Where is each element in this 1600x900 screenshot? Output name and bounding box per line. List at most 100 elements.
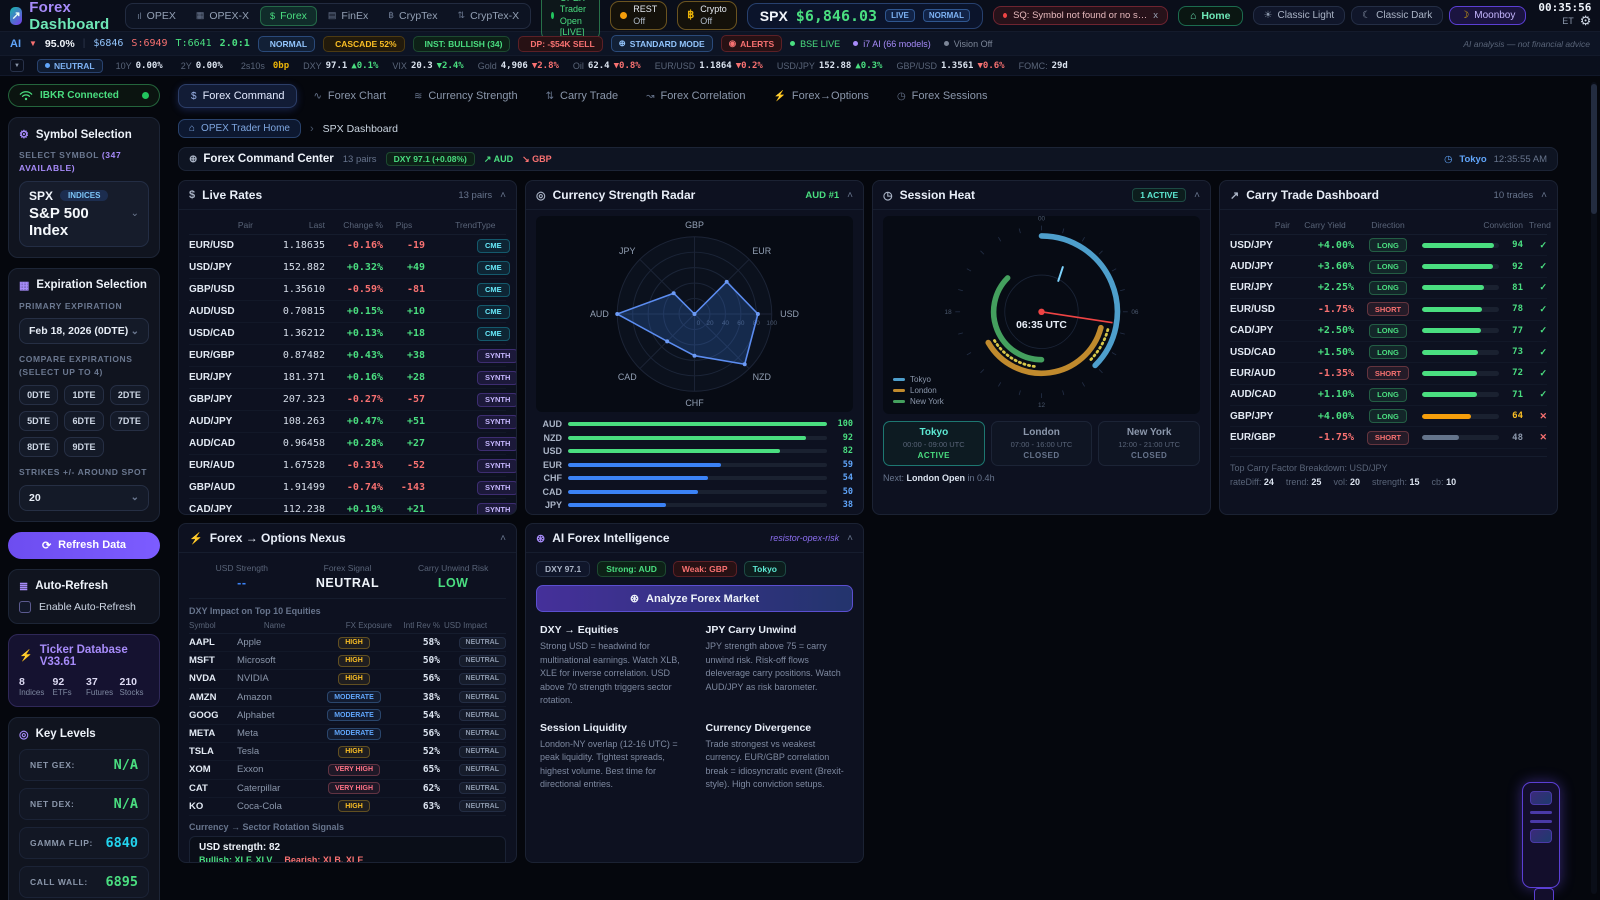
strikes-select[interactable]: 20 ⌄ [19,485,149,511]
equity-row[interactable]: KO Coca-Cola HIGH 63% NEUTRAL [189,798,506,816]
carry-row[interactable]: EUR/AUD -1.35% SHORT 72 [1230,363,1547,384]
ticker-item[interactable]: GBP/USD 1.3561 ▼0.6% [896,61,1004,71]
equity-row[interactable]: CAT Caterpillar VERY HIGH 62% NEUTRAL [189,780,506,798]
dte-option-button[interactable]: 8DTE [19,437,58,457]
carry-row[interactable]: GBP/JPY +4.00% LONG 64 [1230,406,1547,427]
live-rate-row[interactable]: USD/CAD 1.36212 +0.13% +18 CME [189,323,506,345]
top-nav-item[interactable]: ▦ OPEX-X [187,6,258,26]
home-button[interactable]: ⌂ Home [1178,6,1243,26]
dte-option-button[interactable]: 2DTE [110,385,149,405]
carry-row[interactable]: AUD/CAD +1.10% LONG 71 [1230,385,1547,406]
equity-row[interactable]: AAPL Apple HIGH 58% NEUTRAL [189,634,506,652]
carry-row[interactable]: CAD/JPY +2.50% LONG 77 [1230,321,1547,342]
collapse-icon[interactable]: ˄ [500,533,506,544]
carry-row[interactable]: EUR/USD -1.75% SHORT 78 [1230,299,1547,320]
session-card[interactable]: Tokyo 00:00 - 09:00 UTC ACTIVE [883,421,985,466]
equity-row[interactable]: XOM Exxon VERY HIGH 65% NEUTRAL [189,761,506,779]
equity-row[interactable]: TSLA Tesla HIGH 52% NEUTRAL [189,743,506,761]
main-tab[interactable]: ∿ Forex Chart [301,85,397,107]
symbol-select[interactable]: SPX INDICES S&P 500 Index ⌄ [19,181,149,247]
gear-icon[interactable]: ⚙ [1580,14,1592,28]
live-rate-row[interactable]: AUD/CAD 0.96458 +0.28% +27 SYNTH [189,433,506,455]
main-tab[interactable]: ⇅ Carry Trade [534,85,630,107]
main-tab[interactable]: $ Forex Command [178,84,297,108]
live-rate-row[interactable]: AUD/USD 0.70815 +0.15% +10 CME [189,301,506,323]
carry-row[interactable]: USD/CAD +1.50% LONG 73 [1230,342,1547,363]
main-tab[interactable]: ≋ Currency Strength [402,85,530,107]
main-tab[interactable]: ◷ Forex Sessions [885,85,1000,107]
collapse-icon[interactable]: ˄ [847,533,853,544]
dte-option-button[interactable]: 6DTE [64,411,103,431]
auto-refresh-toggle[interactable]: Enable Auto-Refresh [19,601,149,613]
carry-row[interactable]: EUR/GBP -1.75% SHORT 48 [1230,427,1547,448]
checkbox-icon[interactable] [19,601,31,613]
ticker-item[interactable]: USD/JPY 152.88 ▲0.3% [777,61,883,71]
status-badge[interactable]: ⊕ STANDARD MODE [611,35,713,52]
status-badge[interactable]: ◉ ALERTS [721,35,782,52]
equity-row[interactable]: AMZN Amazon MODERATE 38% NEUTRAL [189,689,506,707]
primary-expiration-select[interactable]: Feb 18, 2026 (0DTE) ⌄ [19,318,149,344]
spx-ticker[interactable]: SPX $6,846.03 LIVE NORMAL [747,3,983,29]
status-badge[interactable]: DP: -$54K SELL [518,36,602,52]
top-nav-item[interactable]: ฿ CrypTex [379,6,446,26]
carry-row[interactable]: AUD/JPY +3.60% LONG 92 [1230,256,1547,277]
top-nav-item[interactable]: ıl OPEX [128,6,185,26]
top-nav-item[interactable]: ⇅ CrypTex-X [449,6,529,26]
collapse-icon[interactable]: ˄ [500,190,506,201]
equity-row[interactable]: NVDA NVIDIA HIGH 56% NEUTRAL [189,670,506,688]
carry-row[interactable]: EUR/JPY +2.25% LONG 81 [1230,278,1547,299]
refresh-data-button[interactable]: ⟳ Refresh Data [8,532,160,559]
indicator[interactable]: i7 AI (66 models) [853,39,931,49]
scrollbar-thumb[interactable] [1591,84,1597,214]
collapse-icon[interactable]: ˄ [1194,190,1200,201]
rest-toggle[interactable]: REST Off [610,1,667,30]
equity-row[interactable]: META Meta MODERATE 56% NEUTRAL [189,725,506,743]
ticker-item[interactable]: 10Y 0.00% [116,61,167,71]
live-rate-row[interactable]: CAD/JPY 112.238 +0.19% +21 SYNTH [189,499,506,514]
theme-button[interactable]: ☀ Classic Light [1253,6,1346,25]
dte-option-button[interactable]: 9DTE [64,437,103,457]
live-rate-row[interactable]: EUR/GBP 0.87482 +0.43% +38 SYNTH [189,345,506,367]
dte-option-button[interactable]: 5DTE [19,411,58,431]
session-card[interactable]: New York 12:00 - 21:00 UTC CLOSED [1098,421,1200,466]
top-nav-item[interactable]: $ Forex [260,6,317,26]
crypto-toggle[interactable]: ฿ Crypto Off [677,1,737,30]
dte-option-button[interactable]: 1DTE [64,385,103,405]
session-card[interactable]: London 07:00 - 16:00 UTC CLOSED [991,421,1093,466]
live-rate-row[interactable]: GBP/JPY 207.323 -0.27% -57 SYNTH [189,389,506,411]
dte-option-button[interactable]: 0DTE [19,385,58,405]
ticker-item[interactable]: EUR/USD 1.1864 ▼0.2% [655,61,763,71]
ticker-item[interactable]: 2Y 0.00% [181,61,227,71]
theme-button[interactable]: ☽ Moonboy [1449,6,1526,25]
live-rate-row[interactable]: AUD/JPY 108.263 +0.47% +51 SYNTH [189,411,506,433]
toast-close-icon[interactable]: x [1153,10,1158,21]
live-rate-row[interactable]: USD/JPY 152.882 +0.32% +49 CME [189,257,506,279]
filter-icon[interactable]: ▼ [10,59,24,72]
live-rate-row[interactable]: GBP/USD 1.35610 -0.59% -81 CME [189,279,506,301]
equity-row[interactable]: MSFT Microsoft HIGH 50% NEUTRAL [189,652,506,670]
collapse-icon[interactable]: ˄ [847,190,853,201]
dte-option-button[interactable]: 7DTE [110,411,149,431]
breadcrumb-home-button[interactable]: ⌂ OPEX Trader Home [178,119,301,138]
carry-row[interactable]: USD/JPY +4.00% LONG 94 [1230,235,1547,256]
ticker-item[interactable]: DXY 97.1 ▲0.1% [303,61,378,71]
ticker-item[interactable]: Oil 62.4 ▼0.8% [573,61,641,71]
ticker-item[interactable]: VIX 20.3 ▼2.4% [392,61,463,71]
status-badge[interactable]: NORMAL [258,36,315,52]
ticker-item[interactable]: Gold 4,906 ▼2.8% [478,61,559,71]
live-rate-row[interactable]: GBP/AUD 1.91499 -0.74% -143 SYNTH [189,477,506,499]
ibkr-connection-pill[interactable]: IBKR Connected [8,84,160,107]
live-rate-row[interactable]: EUR/JPY 181.371 +0.16% +28 SYNTH [189,367,506,389]
live-rate-row[interactable]: EUR/AUD 1.67528 -0.31% -52 SYNTH [189,455,506,477]
theme-button[interactable]: ☾ Classic Dark [1351,6,1443,25]
collapse-icon[interactable]: ˄ [1541,190,1547,201]
top-nav-item[interactable]: ▤ FinEx [319,6,377,26]
floating-widget-mini[interactable] [1534,888,1554,900]
status-badge[interactable]: CASCADE 52% [323,36,404,52]
floating-widget[interactable] [1522,782,1560,888]
live-rate-row[interactable]: EUR/USD 1.18635 -0.16% -19 CME [189,235,506,257]
analyze-forex-button[interactable]: ⊛ Analyze Forex Market [536,585,853,612]
status-badge[interactable]: INST: BULLISH (34) [413,36,511,52]
equity-row[interactable]: GOOG Alphabet MODERATE 54% NEUTRAL [189,707,506,725]
main-tab[interactable]: ⚡ Forex→Options [761,85,880,107]
